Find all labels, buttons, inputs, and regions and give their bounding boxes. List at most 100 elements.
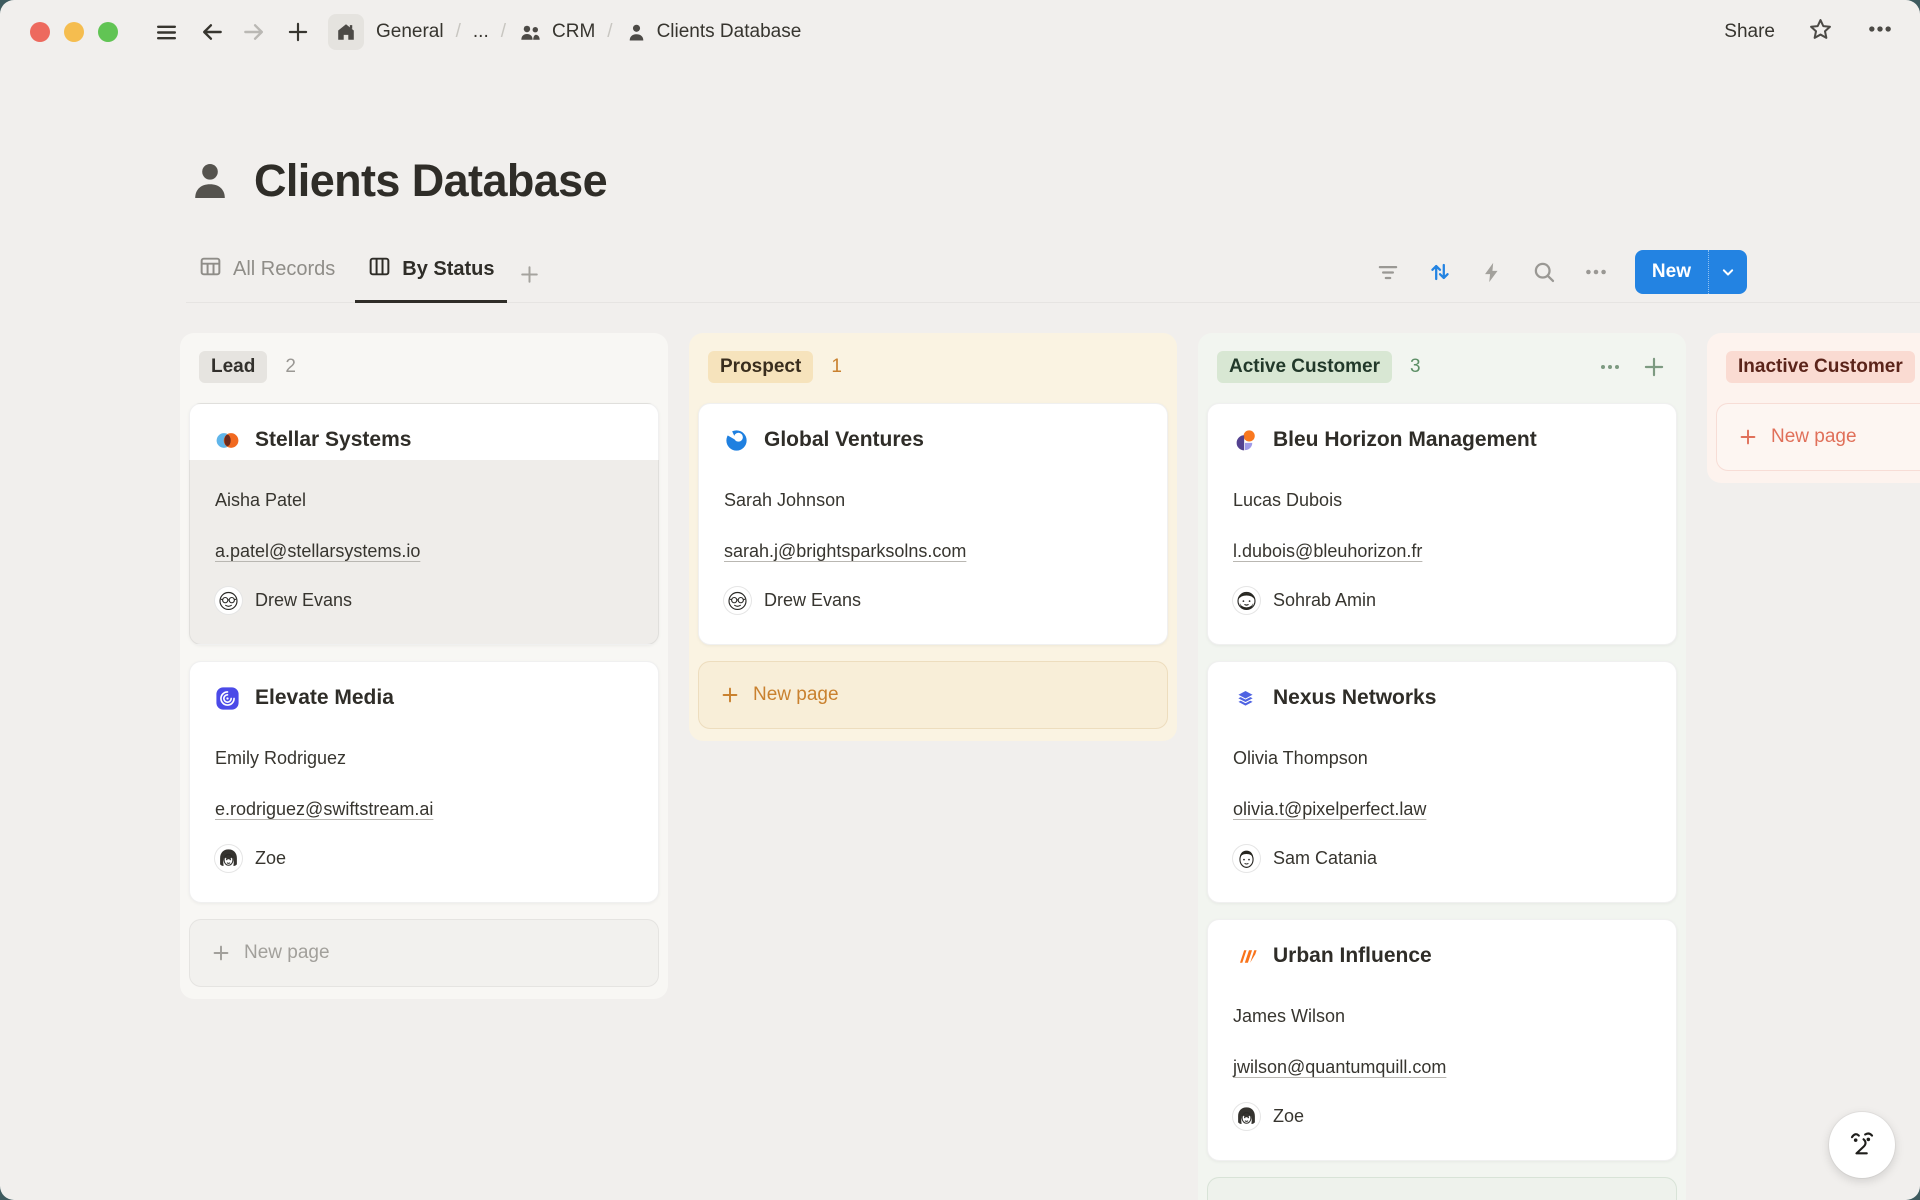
- more-options-icon[interactable]: [1866, 15, 1894, 49]
- sidebar-menu-icon[interactable]: [148, 14, 184, 50]
- card-nexus-networks[interactable]: Nexus NetworksOlivia Thompsonolivia.t@pi…: [1207, 661, 1677, 903]
- card-company-name: Urban Influence: [1273, 944, 1432, 968]
- add-view-plus-icon[interactable]: [515, 254, 548, 302]
- card-email-link[interactable]: sarah.j@brightsparksolns.com: [724, 541, 966, 562]
- column-status-chip[interactable]: Inactive Customer: [1726, 351, 1915, 383]
- new-page-label: New page: [1771, 426, 1857, 448]
- card-owner-name: Drew Evans: [764, 590, 861, 611]
- card-stellar-systems[interactable]: Stellar Systems Aisha Patel a.patel@stella…: [189, 403, 659, 645]
- minimize-window-button[interactable]: [64, 22, 84, 42]
- breadcrumb-separator: /: [456, 21, 461, 43]
- breadcrumb-item-clients-database[interactable]: Clients Database: [625, 21, 802, 44]
- breadcrumb-item-crm[interactable]: CRM: [518, 20, 595, 45]
- new-page-button-inactive[interactable]: New page: [1716, 403, 1920, 471]
- forward-arrow-icon[interactable]: [236, 14, 272, 50]
- plus-icon: [1737, 426, 1759, 448]
- card-owner-name: Drew Evans: [255, 590, 352, 611]
- card-email-link[interactable]: a.patel@stellarsystems.io: [215, 541, 420, 562]
- card-contact-name: Lucas Dubois: [1233, 490, 1652, 511]
- home-icon[interactable]: [328, 14, 364, 50]
- filter-icon[interactable]: [1367, 251, 1409, 293]
- card-urban-influence[interactable]: Urban InfluenceJames Wilsonjwilson@quant…: [1207, 919, 1677, 1161]
- avatar-sohrab: [1232, 586, 1261, 615]
- column-more-icon[interactable]: [1595, 352, 1625, 382]
- tab-all-records[interactable]: All Records: [186, 246, 347, 303]
- column-status-chip[interactable]: Active Customer: [1217, 351, 1392, 383]
- plus-icon: [210, 942, 232, 964]
- card-company-name: Stellar Systems: [255, 428, 411, 452]
- team-icon: [518, 20, 543, 45]
- tab-by-status[interactable]: By Status: [355, 246, 506, 303]
- breadcrumb-label: CRM: [552, 21, 595, 43]
- card-title-row: Nexus Networks: [1232, 684, 1652, 712]
- column-header-lead: Lead2: [199, 349, 651, 385]
- card-owner-row: Sam Catania: [1232, 844, 1652, 872]
- card-contact-name: Aisha Patel: [215, 490, 634, 511]
- card-email-link[interactable]: olivia.t@pixelperfect.law: [1233, 799, 1426, 820]
- page-header: Clients Database: [186, 152, 1920, 210]
- breadcrumb-item--[interactable]: ...: [473, 21, 489, 43]
- new-button-label[interactable]: New: [1635, 250, 1708, 294]
- new-page-label: New page: [753, 684, 839, 706]
- app-window: General /... / CRM / Clients Database Share C…: [0, 0, 1920, 1200]
- breadcrumb-separator: /: [501, 21, 506, 43]
- new-record-button[interactable]: New: [1635, 250, 1747, 294]
- person-icon: [625, 21, 648, 44]
- avatar-drew: [723, 586, 752, 615]
- elevate-logo-icon: [214, 685, 241, 712]
- page-title: Clients Database: [254, 155, 607, 207]
- column-prospect: Prospect 1 Global VenturesSarah Johnsonsar…: [689, 333, 1177, 741]
- breadcrumb-label: General: [376, 21, 444, 43]
- more-icon[interactable]: [1575, 251, 1617, 293]
- card-elevate-media[interactable]: Elevate Media Emily Rodriguez e.rodriguez@…: [189, 661, 659, 903]
- view-toolbar: New: [1367, 250, 1747, 302]
- chevron-down-icon[interactable]: [1708, 250, 1747, 294]
- bleu-logo-icon: [1232, 427, 1259, 454]
- sort-icon[interactable]: [1419, 251, 1461, 293]
- new-page-button-prospect[interactable]: New page: [698, 661, 1168, 729]
- avatar-zoe: [214, 844, 243, 873]
- card-email-link[interactable]: jwilson@quantumquill.com: [1233, 1057, 1446, 1078]
- card-global-ventures[interactable]: Global VenturesSarah Johnsonsarah.j@brig…: [698, 403, 1168, 645]
- card-contact-name: Emily Rodriguez: [215, 748, 634, 769]
- card-company-name: Global Ventures: [764, 428, 924, 452]
- notion-ai-button[interactable]: [1829, 1112, 1895, 1178]
- favorite-star-icon[interactable]: [1807, 16, 1834, 49]
- new-tab-plus-icon[interactable]: [280, 14, 316, 50]
- breadcrumb-separator: /: [607, 21, 612, 43]
- search-icon[interactable]: [1523, 251, 1565, 293]
- back-arrow-icon[interactable]: [194, 14, 230, 50]
- column-inactive: Inactive Customer New page: [1707, 333, 1920, 483]
- column-status-chip[interactable]: Lead: [199, 351, 267, 383]
- share-button[interactable]: Share: [1724, 21, 1775, 43]
- column-count: 1: [831, 356, 842, 378]
- column-status-chip[interactable]: Prospect: [708, 351, 813, 383]
- breadcrumb-item-general[interactable]: General: [376, 21, 444, 43]
- automation-icon[interactable]: [1471, 251, 1513, 293]
- person-page-icon[interactable]: [186, 157, 234, 205]
- new-page-button-lead[interactable]: New page: [189, 919, 659, 987]
- new-page-label: New page: [244, 942, 330, 964]
- card-company-name: Elevate Media: [255, 686, 394, 710]
- tab-label: All Records: [233, 258, 335, 281]
- zoom-window-button[interactable]: [98, 22, 118, 42]
- plus-icon: [719, 684, 741, 706]
- close-window-button[interactable]: [30, 22, 50, 42]
- avatar-sam: [1232, 844, 1261, 873]
- breadcrumb-label: Clients Database: [657, 21, 802, 43]
- column-lead: Lead2 Stellar Systems Aisha Patel a.patel@s…: [180, 333, 668, 999]
- column-add-icon[interactable]: [1639, 352, 1669, 382]
- card-title-row: Elevate Media: [214, 684, 634, 712]
- titlebar: General /... / CRM / Clients Database Share: [0, 0, 1920, 64]
- card-email-link[interactable]: l.dubois@bleuhorizon.fr: [1233, 541, 1422, 562]
- avatar-zoe: [1232, 1102, 1261, 1131]
- card-owner-name: Sohrab Amin: [1273, 590, 1376, 611]
- card-email-link[interactable]: e.rodriguez@swiftstream.ai: [215, 799, 433, 820]
- new-page-button-active[interactable]: New page: [1207, 1177, 1677, 1200]
- column-header-active: Active Customer3: [1217, 349, 1669, 385]
- column-header-actions: [1595, 352, 1669, 382]
- card-title-row: Stellar Systems: [214, 426, 634, 454]
- card-bleu-horizon-management[interactable]: Bleu Horizon Management Lucas Dubois l.dub…: [1207, 403, 1677, 645]
- global-logo-icon: [723, 427, 750, 454]
- card-company-name: Bleu Horizon Management: [1273, 428, 1537, 452]
